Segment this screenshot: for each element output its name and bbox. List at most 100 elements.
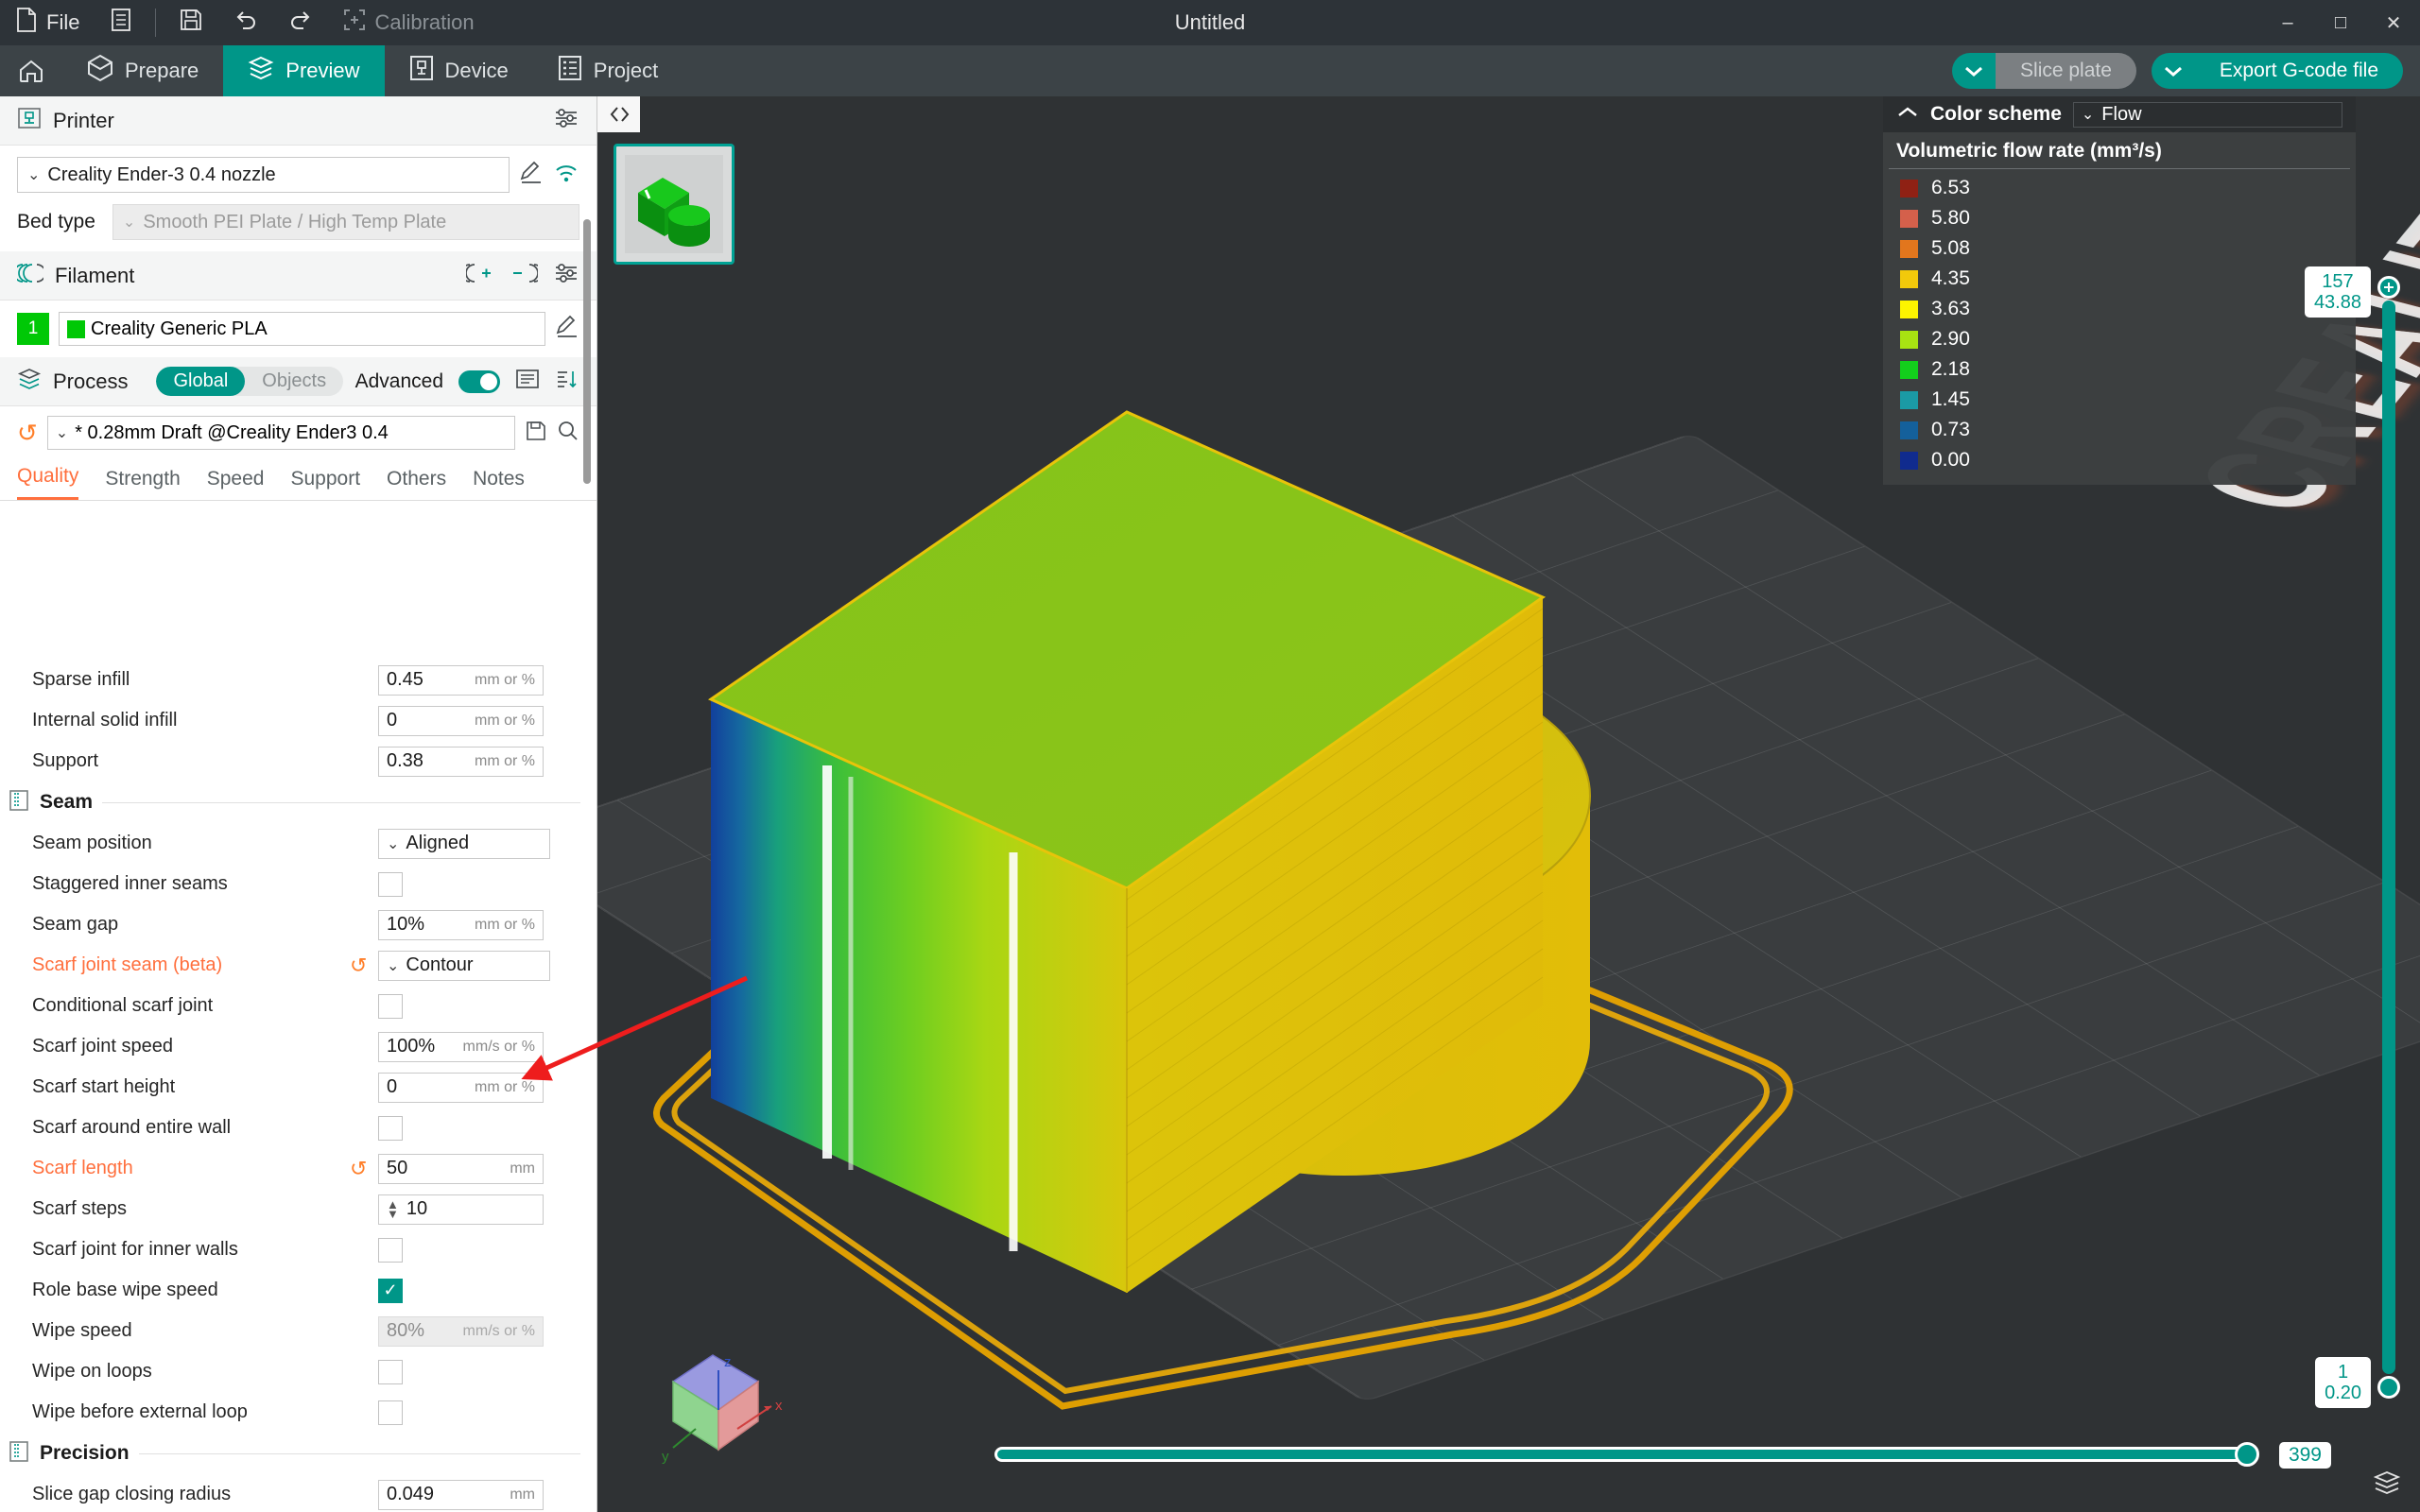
printer-section-label: Printer bbox=[53, 108, 114, 132]
select-scarf-joint-seam-beta[interactable]: ⌄ Contour bbox=[378, 950, 550, 981]
bed-type-select[interactable]: ⌄ Smooth PEI Plate / High Temp Plate bbox=[112, 204, 579, 240]
seam-icon bbox=[8, 789, 30, 816]
minimize-button[interactable]: – bbox=[2261, 0, 2314, 45]
axis-gizmo[interactable]: x y z bbox=[654, 1323, 796, 1465]
reset-icon-scarf-length[interactable]: ↺ bbox=[350, 1157, 378, 1181]
setting-row-role-base-wipe-speed: Role base wipe speed ✓ bbox=[0, 1270, 596, 1311]
advanced-toggle[interactable] bbox=[458, 369, 500, 393]
setting-row-conditional-scarf-joint: Conditional scarf joint bbox=[0, 986, 596, 1026]
file-menu-button[interactable]: File bbox=[0, 0, 95, 45]
edit-filament-icon[interactable] bbox=[555, 315, 579, 344]
checkbox-wipe-before-external-loop[interactable] bbox=[378, 1400, 403, 1425]
checkbox-wipe-on-loops[interactable] bbox=[378, 1359, 403, 1384]
save-button[interactable] bbox=[164, 0, 218, 45]
spinner-scarf-steps[interactable]: ▲ ▼ 10 bbox=[378, 1194, 544, 1225]
setting-row-scarf-joint-for-inner-walls: Scarf joint for inner walls bbox=[0, 1229, 596, 1270]
list-button[interactable] bbox=[95, 0, 147, 45]
tab-preview[interactable]: Preview bbox=[223, 45, 385, 96]
input-internal-solid-infill[interactable]: 0 mm or % bbox=[378, 705, 544, 736]
layer-slider-upper-tooltip: 157 43.88 bbox=[2304, 266, 2371, 318]
slice-plate-chevron-down-icon[interactable] bbox=[1952, 53, 1996, 89]
gcode-preview-viewport[interactable]: CREALITY CREALITY bbox=[597, 96, 2420, 1512]
move-slider-knob[interactable] bbox=[2235, 1442, 2259, 1467]
input-slice-gap-closing-radius[interactable]: 0.049 mm bbox=[378, 1479, 544, 1510]
wifi-icon[interactable] bbox=[553, 162, 579, 189]
setting-label-scarf-around-entire-wall: Scarf around entire wall bbox=[32, 1117, 232, 1138]
input-seam-gap[interactable]: 10% mm or % bbox=[378, 909, 544, 940]
tab-strength[interactable]: Strength bbox=[105, 468, 180, 500]
legend-value: 0.00 bbox=[1931, 449, 1970, 471]
printer-model-row: ⌄ Creality Ender-3 0.4 nozzle bbox=[0, 146, 596, 204]
checkbox-staggered-inner-seams[interactable] bbox=[378, 871, 403, 897]
maximize-button[interactable]: □ bbox=[2314, 0, 2367, 45]
tab-others[interactable]: Others bbox=[387, 468, 446, 500]
process-scope-toggle[interactable]: Global Objects bbox=[156, 367, 344, 396]
spinner-arrows-icon[interactable]: ▲ ▼ bbox=[387, 1198, 399, 1220]
tab-project[interactable]: Project bbox=[533, 45, 683, 96]
layer-slider-upper-knob[interactable] bbox=[2377, 276, 2400, 299]
reset-preset-icon[interactable]: ↺ bbox=[9, 419, 38, 448]
input-sparse-infill[interactable]: 0.45 mm or % bbox=[378, 664, 544, 696]
checkbox-scarf-joint-for-inner-walls[interactable] bbox=[378, 1237, 403, 1263]
select-seam-position[interactable]: ⌄ Aligned bbox=[378, 828, 550, 859]
edit-printer-icon[interactable] bbox=[519, 161, 544, 190]
layer-slider-track[interactable] bbox=[2382, 301, 2395, 1374]
filament-settings-icon[interactable] bbox=[553, 262, 579, 289]
filament-color-swatch[interactable] bbox=[67, 319, 85, 338]
export-gcode-button[interactable]: Export G-code file bbox=[2151, 53, 2403, 89]
reset-icon-scarf-joint-seam-beta[interactable]: ↺ bbox=[350, 954, 378, 978]
move-slider-track[interactable] bbox=[994, 1447, 2254, 1462]
search-preset-icon[interactable] bbox=[557, 420, 579, 447]
view-layers-button[interactable] bbox=[2371, 1467, 2403, 1499]
tab-speed[interactable]: Speed bbox=[207, 468, 265, 500]
printer-model-select[interactable]: ⌄ Creality Ender-3 0.4 nozzle bbox=[17, 157, 510, 193]
checkbox-role-base-wipe-speed[interactable]: ✓ bbox=[378, 1278, 403, 1303]
setting-label-scarf-steps: Scarf steps bbox=[32, 1198, 128, 1219]
calibration-button[interactable]: Calibration bbox=[328, 0, 489, 45]
filament-select[interactable]: Creality Generic PLA bbox=[59, 312, 545, 346]
scope-objects-pill[interactable]: Objects bbox=[245, 367, 343, 396]
close-button[interactable]: ✕ bbox=[2367, 0, 2420, 45]
settings-scrollbar-thumb[interactable] bbox=[583, 219, 591, 484]
input-scarf-length[interactable]: 50 mm bbox=[378, 1153, 544, 1184]
layer-slider[interactable]: 157 43.88 1 0.20 bbox=[2304, 266, 2400, 1408]
save-preset-icon[interactable] bbox=[525, 420, 547, 447]
sort-presets-icon[interactable] bbox=[555, 368, 579, 395]
compare-presets-icon[interactable] bbox=[515, 368, 540, 395]
layer-slider-lower-knob[interactable] bbox=[2377, 1376, 2400, 1399]
plate-thumbnail[interactable] bbox=[614, 144, 735, 265]
collapse-up-icon[interactable] bbox=[1896, 105, 1919, 125]
input-scarf-joint-speed[interactable]: 100% mm/s or % bbox=[378, 1031, 544, 1062]
input-unit: mm bbox=[510, 1160, 535, 1177]
slice-plate-button[interactable]: Slice plate bbox=[1952, 53, 2136, 89]
input-scarf-start-height[interactable]: 0 mm or % bbox=[378, 1072, 544, 1103]
gizmo-z-label: z bbox=[724, 1354, 732, 1370]
color-scheme-select[interactable]: ⌄ Flow bbox=[2072, 101, 2342, 128]
legend-title: Volumetric flow rate (mm³/s) bbox=[1896, 140, 2162, 162]
printer-settings-icon[interactable] bbox=[553, 107, 579, 134]
tab-quality[interactable]: Quality bbox=[17, 465, 79, 500]
input-unit: mm or % bbox=[475, 1078, 535, 1095]
remove-filament-icon[interactable] bbox=[510, 262, 544, 289]
add-filament-icon[interactable] bbox=[460, 262, 494, 289]
home-button[interactable] bbox=[0, 45, 62, 96]
tab-support[interactable]: Support bbox=[290, 468, 360, 500]
export-chevron-down-icon[interactable] bbox=[2151, 53, 2195, 89]
redo-button[interactable] bbox=[273, 0, 328, 45]
collapse-panel-button[interactable] bbox=[597, 96, 640, 132]
tab-notes[interactable]: Notes bbox=[473, 468, 525, 500]
tab-prepare[interactable]: Prepare bbox=[62, 45, 223, 96]
legend-row: 1.45 bbox=[1883, 385, 2356, 415]
setting-control-scarf-joint-for-inner-walls bbox=[378, 1237, 403, 1263]
input-support[interactable]: 0.38 mm or % bbox=[378, 746, 544, 777]
checkbox-scarf-around-entire-wall[interactable] bbox=[378, 1115, 403, 1141]
tab-device[interactable]: Device bbox=[385, 45, 533, 96]
move-slider[interactable]: 399 bbox=[994, 1442, 2331, 1469]
checkbox-conditional-scarf-joint[interactable] bbox=[378, 993, 403, 1019]
process-preset-select[interactable]: ⌄ * 0.28mm Draft @Creality Ender3 0.4 bbox=[46, 416, 515, 450]
scope-global-pill[interactable]: Global bbox=[156, 367, 246, 396]
input-unit: mm bbox=[510, 1486, 535, 1503]
filament-index-badge[interactable]: 1 bbox=[17, 313, 49, 345]
undo-button[interactable] bbox=[218, 0, 273, 45]
filament-section-actions bbox=[460, 262, 579, 289]
